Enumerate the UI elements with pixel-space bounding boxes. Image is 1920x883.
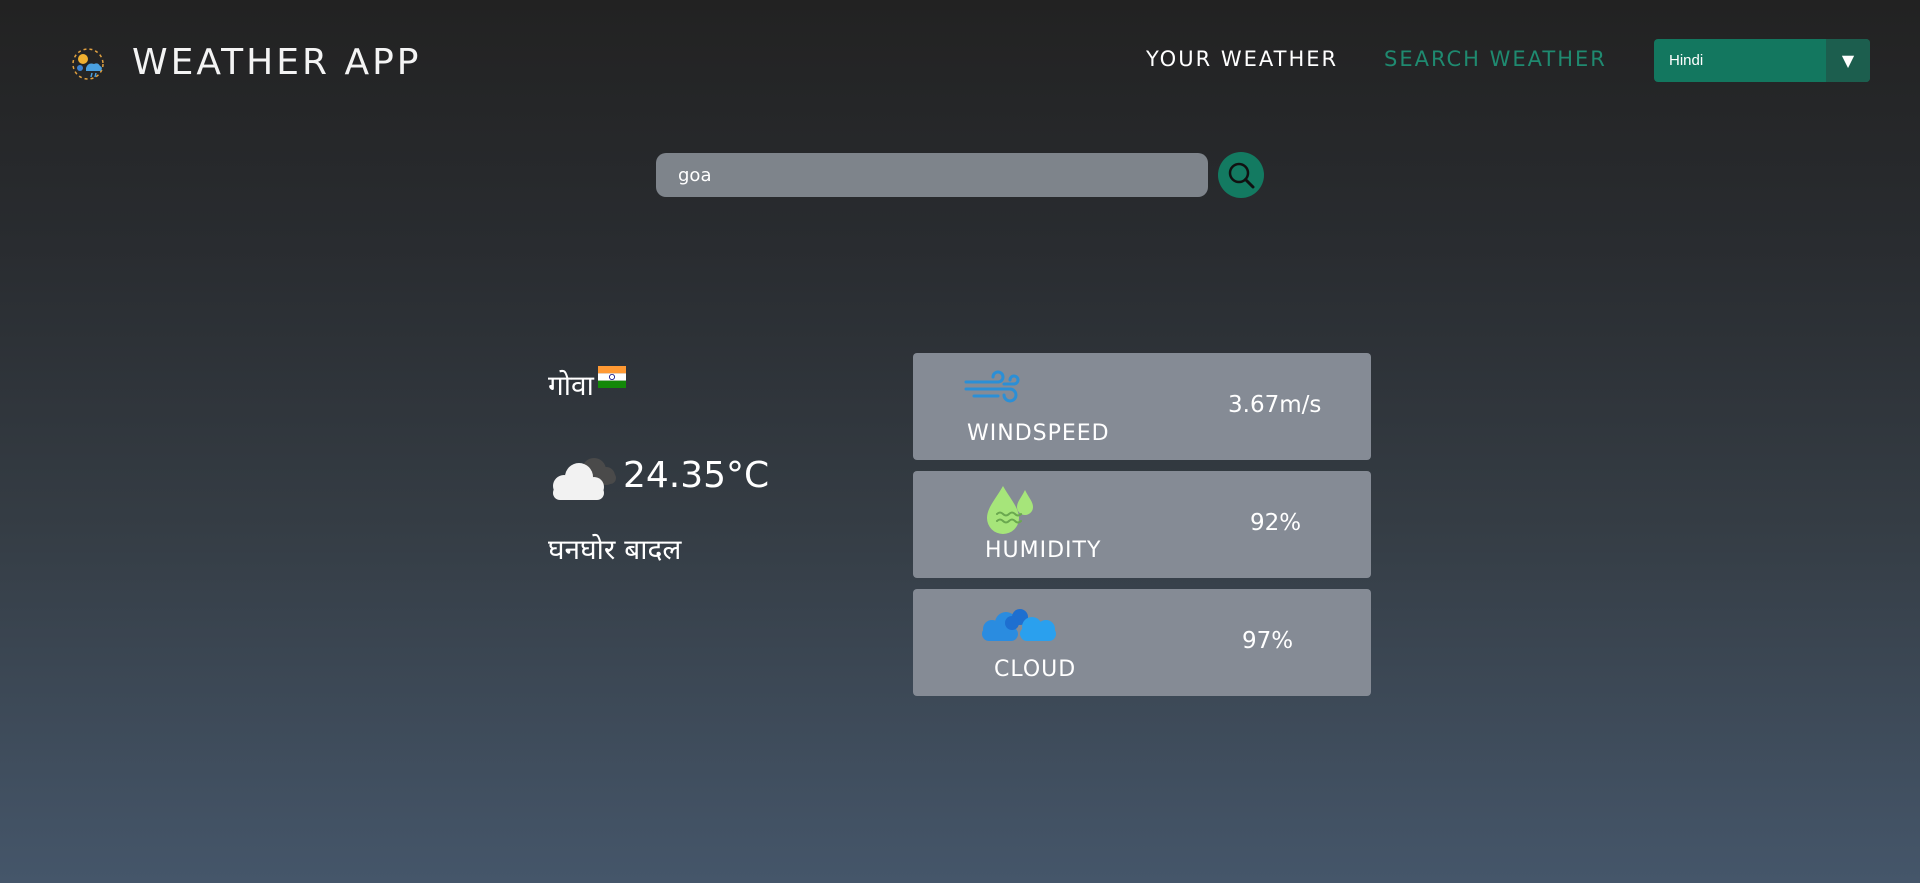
humidity-icon (983, 480, 1039, 540)
temperature: 24.35°C (623, 455, 770, 496)
india-flag-icon (598, 366, 626, 388)
city-name: गोवा (548, 369, 594, 402)
chevron-down-icon[interactable]: ▼ (1826, 39, 1870, 82)
nav-your-weather[interactable]: YOUR WEATHER (1146, 47, 1338, 71)
wind-icon (964, 370, 1024, 412)
weather-logo-icon (70, 46, 106, 82)
app-title: WEATHER APP (132, 42, 422, 83)
cloud-card: CLOUD 97% (913, 589, 1371, 696)
weather-condition: घनघोर बादल (548, 533, 682, 566)
nav-search-weather[interactable]: SEARCH WEATHER (1384, 47, 1607, 71)
search-button[interactable] (1218, 152, 1264, 198)
humidity-value: 92% (1250, 510, 1302, 536)
humidity-card: HUMIDITY 92% (913, 471, 1371, 578)
language-selected-value: Hindi (1669, 52, 1704, 69)
header: WEATHER APP YOUR WEATHER SEARCH WEATHER … (0, 0, 1920, 120)
clouds-icon (980, 607, 1060, 647)
windspeed-label: WINDSPEED (967, 421, 1110, 446)
windspeed-value: 3.67m/s (1228, 392, 1322, 418)
humidity-label: HUMIDITY (985, 538, 1102, 563)
language-select[interactable]: Hindi ▼ (1654, 39, 1870, 82)
cloud-label: CLOUD (994, 657, 1077, 682)
search-input[interactable] (656, 153, 1208, 197)
cloud-icon (546, 452, 618, 502)
windspeed-card: WINDSPEED 3.67m/s (913, 353, 1371, 460)
cloud-value: 97% (1242, 628, 1294, 654)
